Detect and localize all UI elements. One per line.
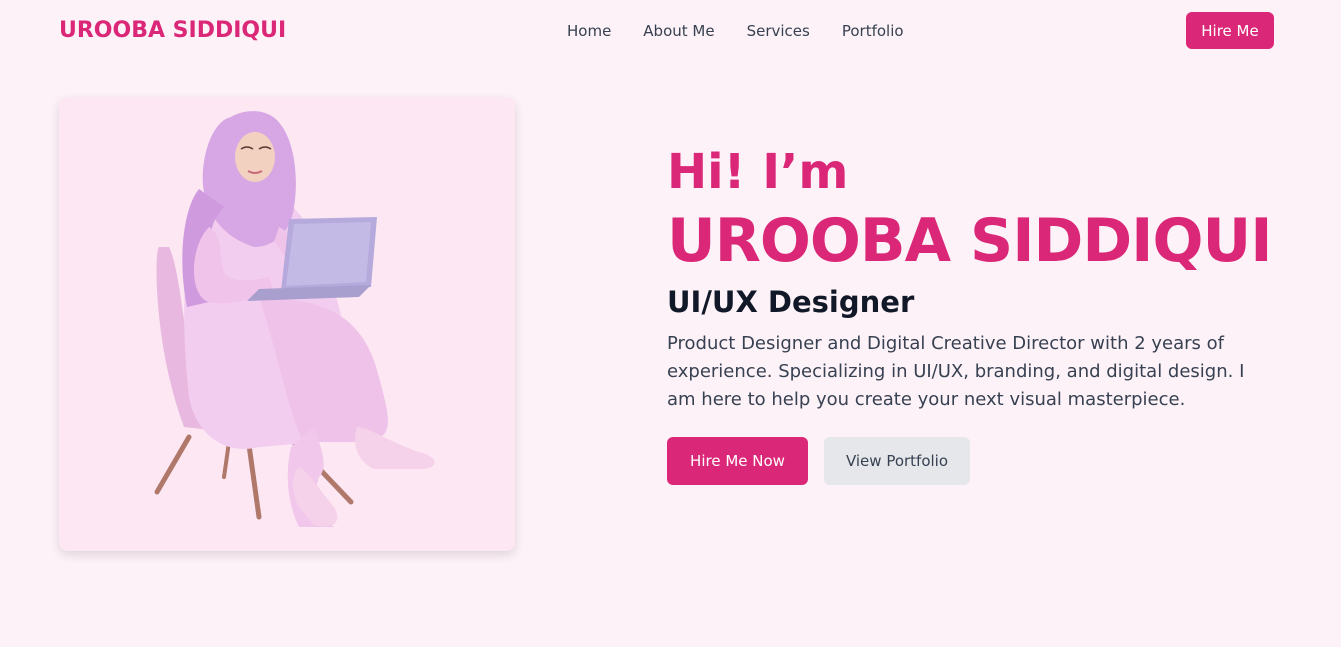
nav-link-about[interactable]: About Me: [643, 22, 714, 40]
hero-role: UI/UX Designer: [667, 285, 915, 319]
hero-image-card: [59, 97, 515, 551]
hero-greeting: Hi! I’m: [667, 144, 849, 200]
designer-illustration: [154, 111, 435, 527]
navbar: UROOBA SIDDIQUI Home About Me Services P…: [0, 0, 1341, 64]
hero-name: UROOBA SIDDIQUI: [667, 206, 1273, 276]
hire-me-button[interactable]: Hire Me: [1186, 12, 1274, 49]
person-graphic: [182, 111, 435, 527]
brand-logo[interactable]: UROOBA SIDDIQUI: [59, 18, 286, 43]
nav-link-home[interactable]: Home: [567, 22, 611, 40]
hero-section: Hi! I’m UROOBA SIDDIQUI UI/UX Designer P…: [667, 140, 1307, 485]
nav-link-portfolio[interactable]: Portfolio: [842, 22, 904, 40]
hero-actions: Hire Me Now View Portfolio: [667, 437, 1307, 485]
view-portfolio-button[interactable]: View Portfolio: [824, 437, 970, 485]
hire-me-now-button[interactable]: Hire Me Now: [667, 437, 808, 485]
nav-link-services[interactable]: Services: [747, 22, 810, 40]
nav-links: Home About Me Services Portfolio: [567, 22, 904, 40]
hero-description: Product Designer and Digital Creative Di…: [667, 333, 1245, 410]
